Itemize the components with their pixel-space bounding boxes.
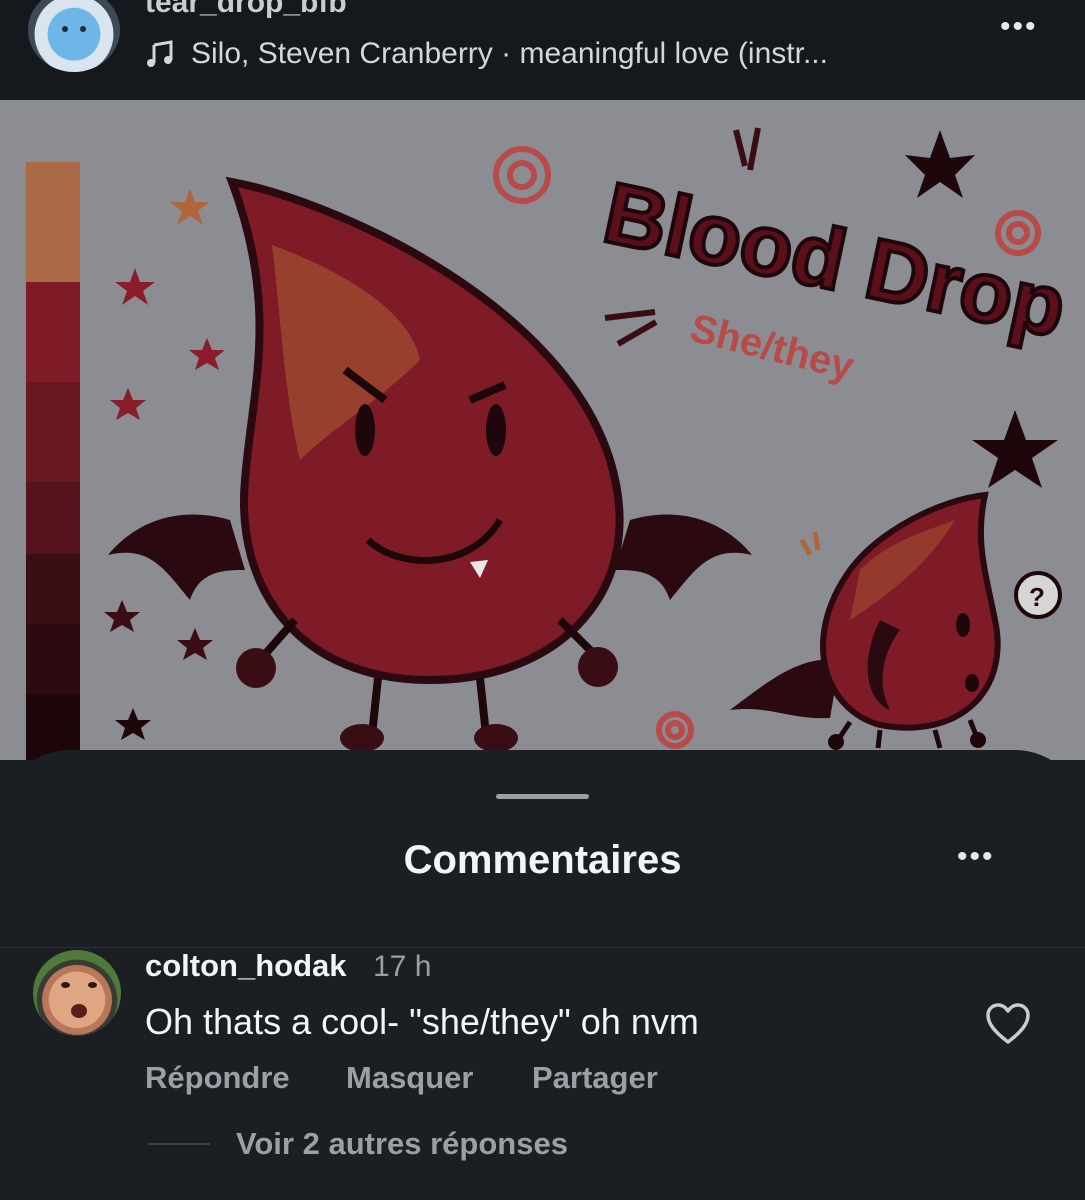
post-image[interactable]: Blood Drop She/they ?: [0, 100, 1085, 760]
avatar[interactable]: [33, 950, 121, 1036]
music-note-icon: [147, 40, 173, 67]
comment-text: Oh thats a cool- "she/they" oh nvm: [145, 1001, 699, 1042]
more-horizontal-icon[interactable]: •••: [1000, 10, 1038, 44]
comment-username[interactable]: colton_hodak: [145, 948, 347, 984]
share-button[interactable]: Partager: [532, 1060, 658, 1096]
author-username[interactable]: tear_drop_bfb: [145, 0, 347, 20]
music-track[interactable]: Silo, Steven Cranberry · meaningful love…: [191, 37, 828, 71]
comments-sheet: Commentaires ••• colton_hodak 17 h Oh th…: [0, 750, 1085, 1200]
author-avatar[interactable]: [28, 0, 120, 72]
reply-button[interactable]: Répondre: [145, 1060, 290, 1096]
avatar-eye: [88, 982, 97, 988]
avatar-eye: [80, 26, 86, 32]
avatar-mouth: [71, 1004, 87, 1018]
blood-drop-illustration: Blood Drop She/they ?: [26, 127, 1076, 760]
view-replies-button[interactable]: Voir 2 autres réponses: [236, 1126, 568, 1162]
post-header: tear_drop_bfb Silo, Steven Cranberry · m…: [0, 0, 1085, 100]
more-horizontal-icon[interactable]: •••: [957, 840, 995, 874]
sheet-grabber-handle[interactable]: [496, 794, 589, 799]
hide-button[interactable]: Masquer: [346, 1060, 473, 1096]
comment-timestamp: 17 h: [373, 950, 432, 983]
avatar-eye: [61, 982, 70, 988]
replies-divider: [148, 1143, 210, 1145]
sheet-title: Commentaires: [403, 838, 682, 882]
avatar-eye: [62, 26, 68, 32]
heart-icon[interactable]: [985, 1002, 1031, 1046]
